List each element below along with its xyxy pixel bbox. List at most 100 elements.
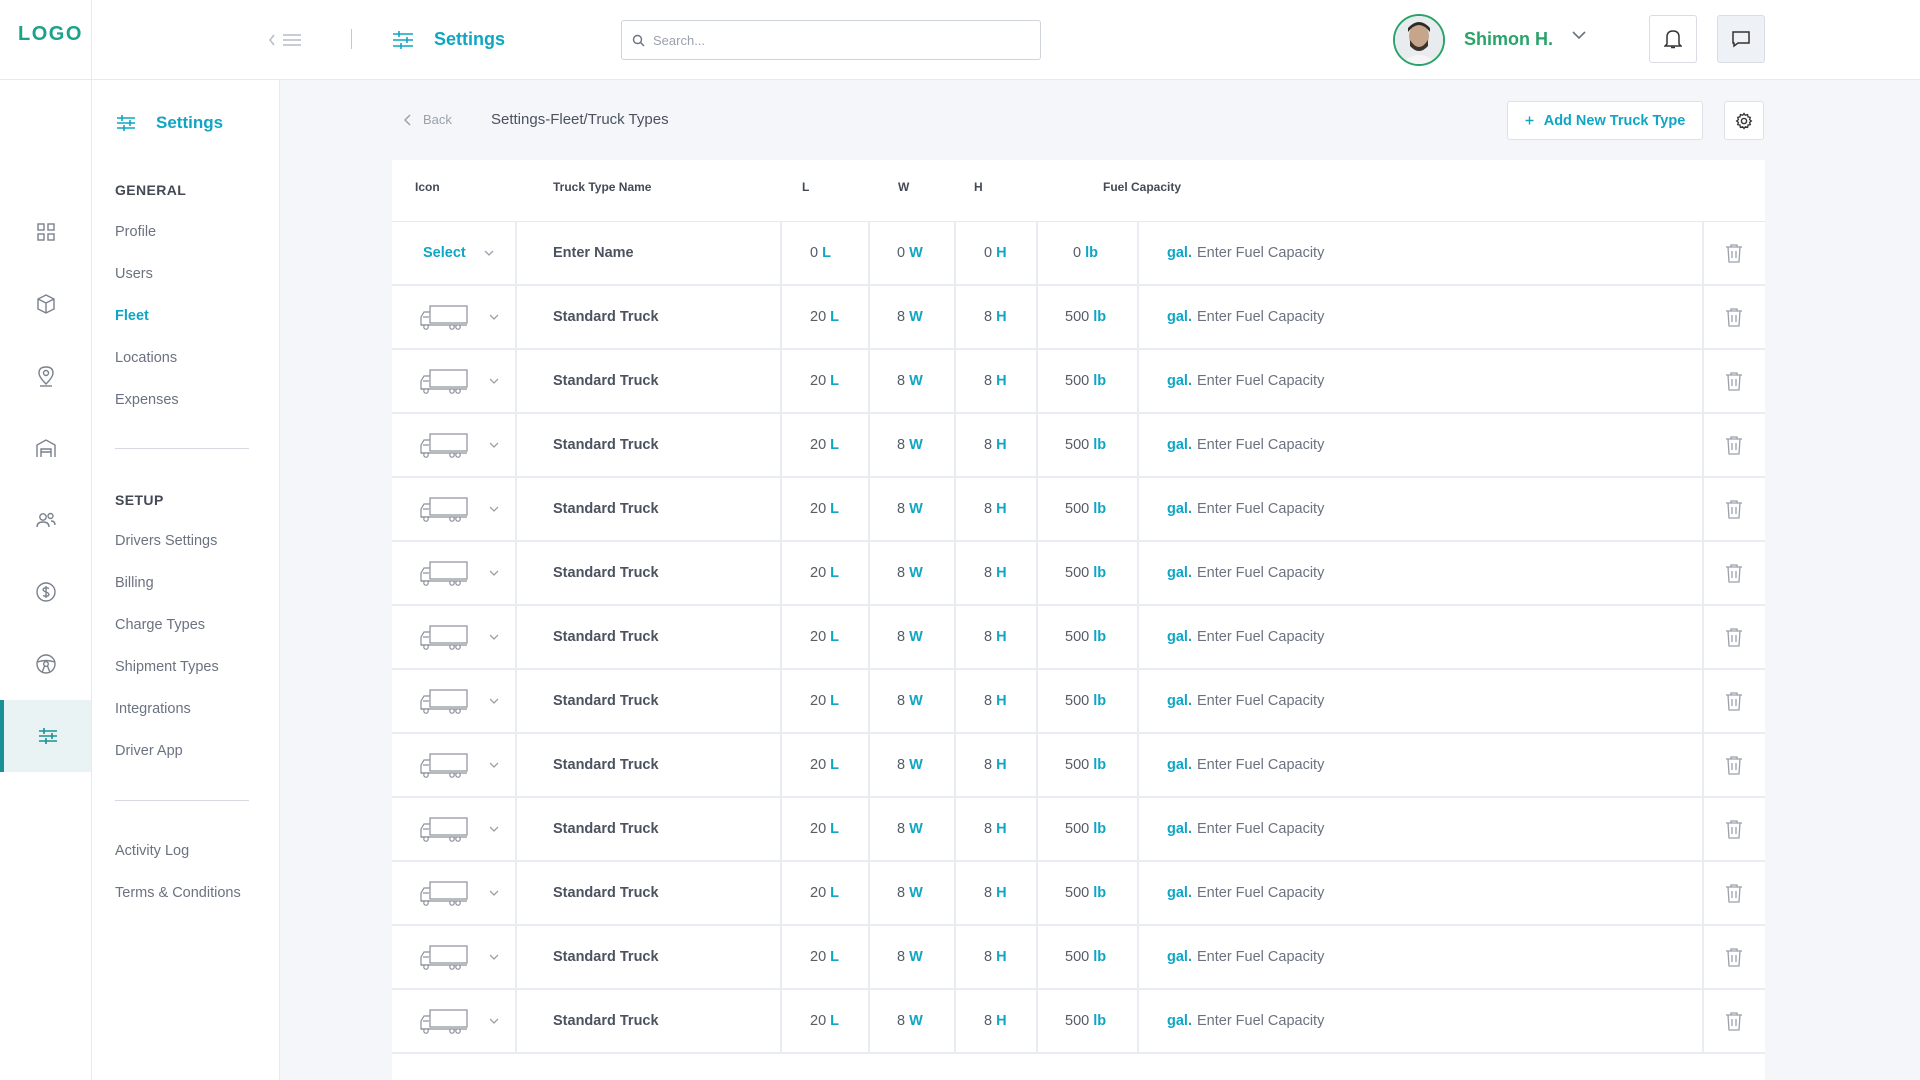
height-input[interactable]: 8H xyxy=(984,670,1007,732)
icon-select-dropdown[interactable] xyxy=(419,990,499,1052)
nav-billing[interactable]: Billing xyxy=(115,575,154,591)
delete-row-button[interactable] xyxy=(1725,350,1743,412)
nav-shipment-types[interactable]: Shipment Types xyxy=(115,659,219,675)
fuel-capacity-input[interactable]: gal. Enter Fuel Capacity xyxy=(1167,606,1324,668)
width-input[interactable]: 8W xyxy=(897,286,923,348)
weight-input[interactable]: 500 lb xyxy=(1065,286,1106,348)
truck-name[interactable]: Standard Truck xyxy=(553,286,659,348)
weight-input[interactable]: 500 lb xyxy=(1065,862,1106,924)
height-input[interactable]: 8H xyxy=(984,606,1007,668)
weight-input[interactable]: 500 lb xyxy=(1065,926,1106,988)
length-input[interactable]: 20 L xyxy=(810,414,839,476)
nav-locations[interactable]: Locations xyxy=(115,350,177,366)
length-input[interactable]: 20 L xyxy=(810,734,839,796)
icon-select-dropdown[interactable] xyxy=(419,798,499,860)
width-input[interactable]: 8W xyxy=(897,606,923,668)
length-input[interactable]: 20 L xyxy=(810,990,839,1052)
fuel-capacity-input[interactable]: gal. Enter Fuel Capacity xyxy=(1167,926,1324,988)
truck-name[interactable]: Standard Truck xyxy=(553,798,659,860)
width-input[interactable]: 8W xyxy=(897,926,923,988)
nav-charge-types[interactable]: Charge Types xyxy=(115,617,205,633)
truck-name-input[interactable]: Enter Name xyxy=(553,222,634,284)
fuel-capacity-input[interactable]: gal. Enter Fuel Capacity xyxy=(1167,734,1324,796)
delete-row-button[interactable] xyxy=(1725,286,1743,348)
icon-select-dropdown[interactable] xyxy=(419,478,499,540)
truck-name[interactable]: Standard Truck xyxy=(553,478,659,540)
delete-row-button[interactable] xyxy=(1725,798,1743,860)
height-input[interactable]: 8H xyxy=(984,734,1007,796)
icon-select-dropdown[interactable] xyxy=(419,606,499,668)
fuel-capacity-input[interactable]: gal. Enter Fuel Capacity xyxy=(1167,286,1324,348)
table-settings-button[interactable] xyxy=(1724,101,1764,140)
nav-fleet[interactable]: Fleet xyxy=(115,308,149,324)
add-truck-type-button[interactable]: Add New Truck Type xyxy=(1507,101,1703,140)
truck-name[interactable]: Standard Truck xyxy=(553,990,659,1052)
height-input[interactable]: 8H xyxy=(984,798,1007,860)
nav-expenses[interactable]: Expenses xyxy=(115,392,179,408)
width-input[interactable]: 8W xyxy=(897,478,923,540)
fuel-capacity-input[interactable]: gal. Enter Fuel Capacity xyxy=(1167,862,1324,924)
length-input[interactable]: 20 L xyxy=(810,926,839,988)
icon-select-dropdown[interactable] xyxy=(419,542,499,604)
icon-select-dropdown[interactable] xyxy=(419,414,499,476)
width-input[interactable]: 8W xyxy=(897,990,923,1052)
height-input[interactable]: 8H xyxy=(984,926,1007,988)
icon-select-dropdown[interactable] xyxy=(419,350,499,412)
delete-row-button[interactable] xyxy=(1725,222,1743,284)
truck-name[interactable]: Standard Truck xyxy=(553,542,659,604)
delete-row-button[interactable] xyxy=(1725,478,1743,540)
fuel-capacity-input[interactable]: gal. Enter Fuel Capacity xyxy=(1167,350,1324,412)
messages-button[interactable] xyxy=(1717,15,1765,63)
length-input[interactable]: 20 L xyxy=(810,286,839,348)
fuel-capacity-input[interactable]: gal. Enter Fuel Capacity xyxy=(1167,222,1324,284)
nav-activity-log[interactable]: Activity Log xyxy=(115,843,189,859)
fuel-capacity-input[interactable]: gal. Enter Fuel Capacity xyxy=(1167,478,1324,540)
collapse-sidebar-button[interactable] xyxy=(268,30,310,50)
fuel-capacity-input[interactable]: gal. Enter Fuel Capacity xyxy=(1167,990,1324,1052)
avatar[interactable] xyxy=(1393,14,1445,66)
delete-row-button[interactable] xyxy=(1725,670,1743,732)
length-input[interactable]: 20 L xyxy=(810,350,839,412)
height-input[interactable]: 8H xyxy=(984,414,1007,476)
delete-row-button[interactable] xyxy=(1725,734,1743,796)
search-input[interactable] xyxy=(653,32,1013,48)
width-input[interactable]: 8W xyxy=(897,798,923,860)
weight-input[interactable]: 500 lb xyxy=(1065,670,1106,732)
length-input[interactable]: 0L xyxy=(810,222,831,284)
delete-row-button[interactable] xyxy=(1725,414,1743,476)
delete-row-button[interactable] xyxy=(1725,542,1743,604)
height-input[interactable]: 0H xyxy=(984,222,1007,284)
search-box[interactable] xyxy=(621,20,1041,60)
truck-name[interactable]: Standard Truck xyxy=(553,670,659,732)
truck-name[interactable]: Standard Truck xyxy=(553,926,659,988)
nav-users[interactable]: Users xyxy=(115,266,153,282)
chevron-down-icon[interactable] xyxy=(1572,31,1586,40)
icon-select-dropdown[interactable] xyxy=(419,670,499,732)
rail-shipments[interactable] xyxy=(0,268,91,340)
breadcrumb-root[interactable]: Settings xyxy=(491,111,545,128)
height-input[interactable]: 8H xyxy=(984,542,1007,604)
height-input[interactable]: 8H xyxy=(984,478,1007,540)
weight-input[interactable]: 500 lb xyxy=(1065,734,1106,796)
nav-terms[interactable]: Terms & Conditions xyxy=(115,885,241,901)
nav-integrations[interactable]: Integrations xyxy=(115,701,191,717)
height-input[interactable]: 8H xyxy=(984,990,1007,1052)
weight-input[interactable]: 0 lb xyxy=(1073,222,1098,284)
delete-row-button[interactable] xyxy=(1725,926,1743,988)
length-input[interactable]: 20 L xyxy=(810,606,839,668)
nav-driver-app[interactable]: Driver App xyxy=(115,743,183,759)
fuel-capacity-input[interactable]: gal. Enter Fuel Capacity xyxy=(1167,414,1324,476)
back-button[interactable]: Back xyxy=(404,112,452,127)
length-input[interactable]: 20 L xyxy=(810,798,839,860)
rail-drivers[interactable] xyxy=(0,628,91,700)
user-name[interactable]: Shimon H. xyxy=(1464,29,1553,50)
icon-select-dropdown[interactable] xyxy=(419,926,499,988)
width-input[interactable]: 0W xyxy=(897,222,923,284)
width-input[interactable]: 8W xyxy=(897,350,923,412)
width-input[interactable]: 8W xyxy=(897,862,923,924)
weight-input[interactable]: 500 lb xyxy=(1065,414,1106,476)
delete-row-button[interactable] xyxy=(1725,606,1743,668)
height-input[interactable]: 8H xyxy=(984,350,1007,412)
width-input[interactable]: 8W xyxy=(897,670,923,732)
icon-select-dropdown[interactable]: Select xyxy=(423,222,494,284)
